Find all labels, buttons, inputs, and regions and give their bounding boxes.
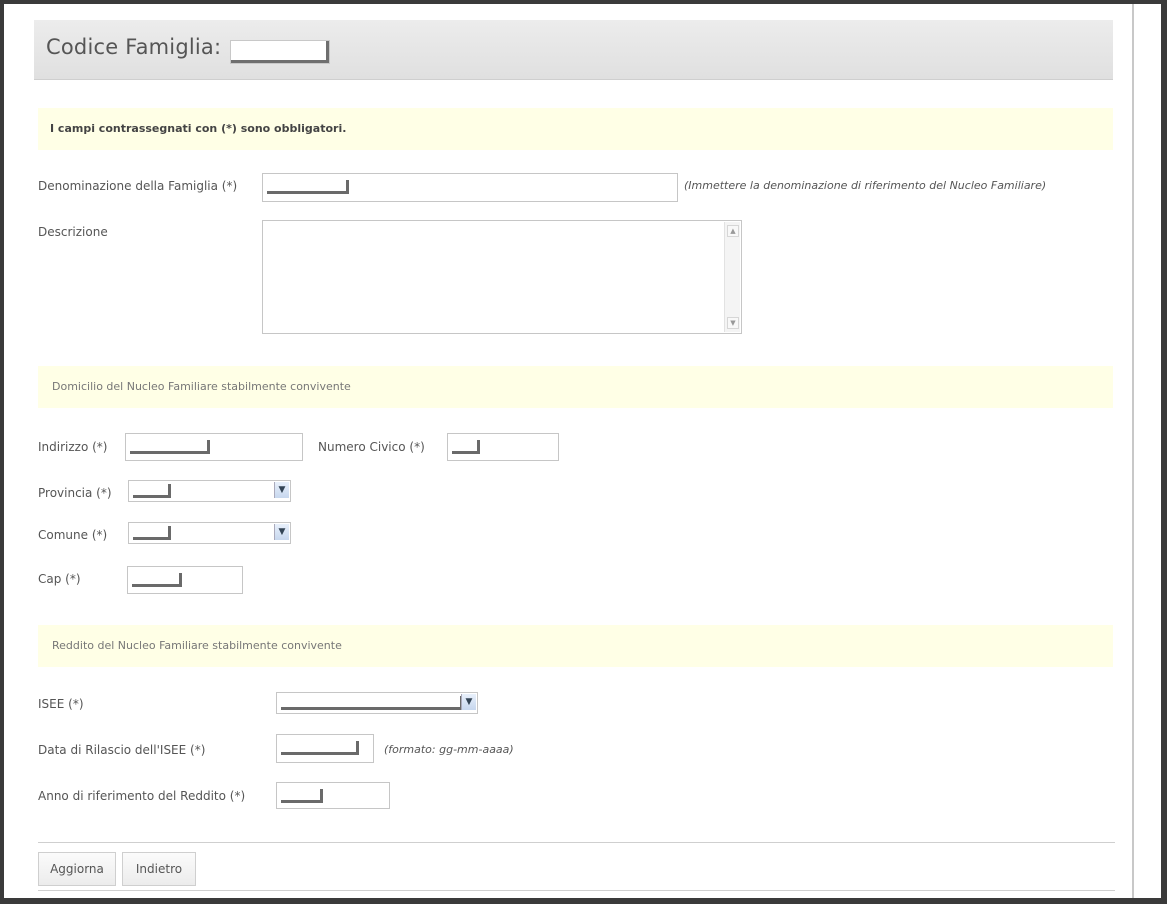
required-fields-notice: I campi contrassegnati con (*) sono obbl… <box>38 108 1113 150</box>
indirizzo-input[interactable] <box>125 433 303 461</box>
redacted-value <box>281 696 463 710</box>
domicilio-section-title: Domicilio del Nucleo Familiare stabilmen… <box>52 380 351 393</box>
scroll-up-icon[interactable]: ▲ <box>727 225 739 237</box>
form-panel: Codice Famiglia: I campi contrassegnati … <box>4 4 1134 898</box>
numero-civico-label: Numero Civico (*) <box>318 440 425 454</box>
reddito-section-header: Reddito del Nucleo Familiare stabilmente… <box>38 625 1113 667</box>
notice-text: I campi contrassegnati con (*) sono obbl… <box>50 122 347 135</box>
descrizione-label: Descrizione <box>38 225 108 239</box>
page-title: Codice Famiglia: <box>46 35 222 59</box>
window-frame: Codice Famiglia: I campi contrassegnati … <box>0 0 1167 904</box>
form-divider-bottom <box>38 890 1115 891</box>
numero-civico-input[interactable] <box>447 433 559 461</box>
comune-select[interactable]: ▼ <box>128 522 291 544</box>
redacted-value <box>133 484 171 498</box>
scroll-down-icon[interactable]: ▼ <box>727 317 739 329</box>
descrizione-textarea[interactable]: ▲ ▼ <box>262 220 742 334</box>
denominazione-hint: (Immettere la denominazione di riferimen… <box>684 179 1047 192</box>
redacted-value <box>281 789 323 803</box>
isee-label: ISEE (*) <box>38 697 84 711</box>
redacted-value <box>133 526 171 540</box>
redacted-value <box>452 440 480 454</box>
reddito-section-title: Reddito del Nucleo Familiare stabilmente… <box>52 639 342 652</box>
textarea-scrollbar[interactable]: ▲ ▼ <box>724 222 740 332</box>
data-rilascio-input[interactable] <box>276 734 374 763</box>
chevron-down-icon[interactable]: ▼ <box>461 694 476 710</box>
denominazione-label: Denominazione della Famiglia (*) <box>38 179 238 193</box>
comune-label: Comune (*) <box>38 528 108 542</box>
anno-input[interactable] <box>276 782 390 809</box>
anno-label: Anno di riferimento del Reddito (*) <box>38 789 246 803</box>
page-right-margin <box>1134 4 1161 898</box>
redacted-value <box>130 440 210 454</box>
update-button[interactable]: Aggiorna <box>38 852 116 886</box>
form-divider-top <box>38 842 1115 843</box>
redacted-value <box>132 573 182 587</box>
denominazione-input[interactable] <box>262 173 678 202</box>
redacted-value <box>281 741 359 755</box>
family-code-redacted <box>230 40 330 64</box>
isee-select[interactable]: ▼ <box>276 692 478 714</box>
cap-input[interactable] <box>127 566 243 594</box>
data-rilascio-label: Data di Rilascio dell'ISEE (*) <box>38 743 206 757</box>
provincia-select[interactable]: ▼ <box>128 480 291 502</box>
page-header: Codice Famiglia: <box>34 20 1113 80</box>
provincia-label: Provincia (*) <box>38 486 112 500</box>
redacted-value <box>267 180 349 194</box>
data-rilascio-hint: (formato: gg-mm-aaaa) <box>384 743 514 756</box>
domicilio-section-header: Domicilio del Nucleo Familiare stabilmen… <box>38 366 1113 408</box>
indirizzo-label: Indirizzo (*) <box>38 440 108 454</box>
chevron-down-icon[interactable]: ▼ <box>274 524 289 540</box>
chevron-down-icon[interactable]: ▼ <box>274 482 289 498</box>
cap-label: Cap (*) <box>38 572 81 586</box>
back-button[interactable]: Indietro <box>122 852 196 886</box>
